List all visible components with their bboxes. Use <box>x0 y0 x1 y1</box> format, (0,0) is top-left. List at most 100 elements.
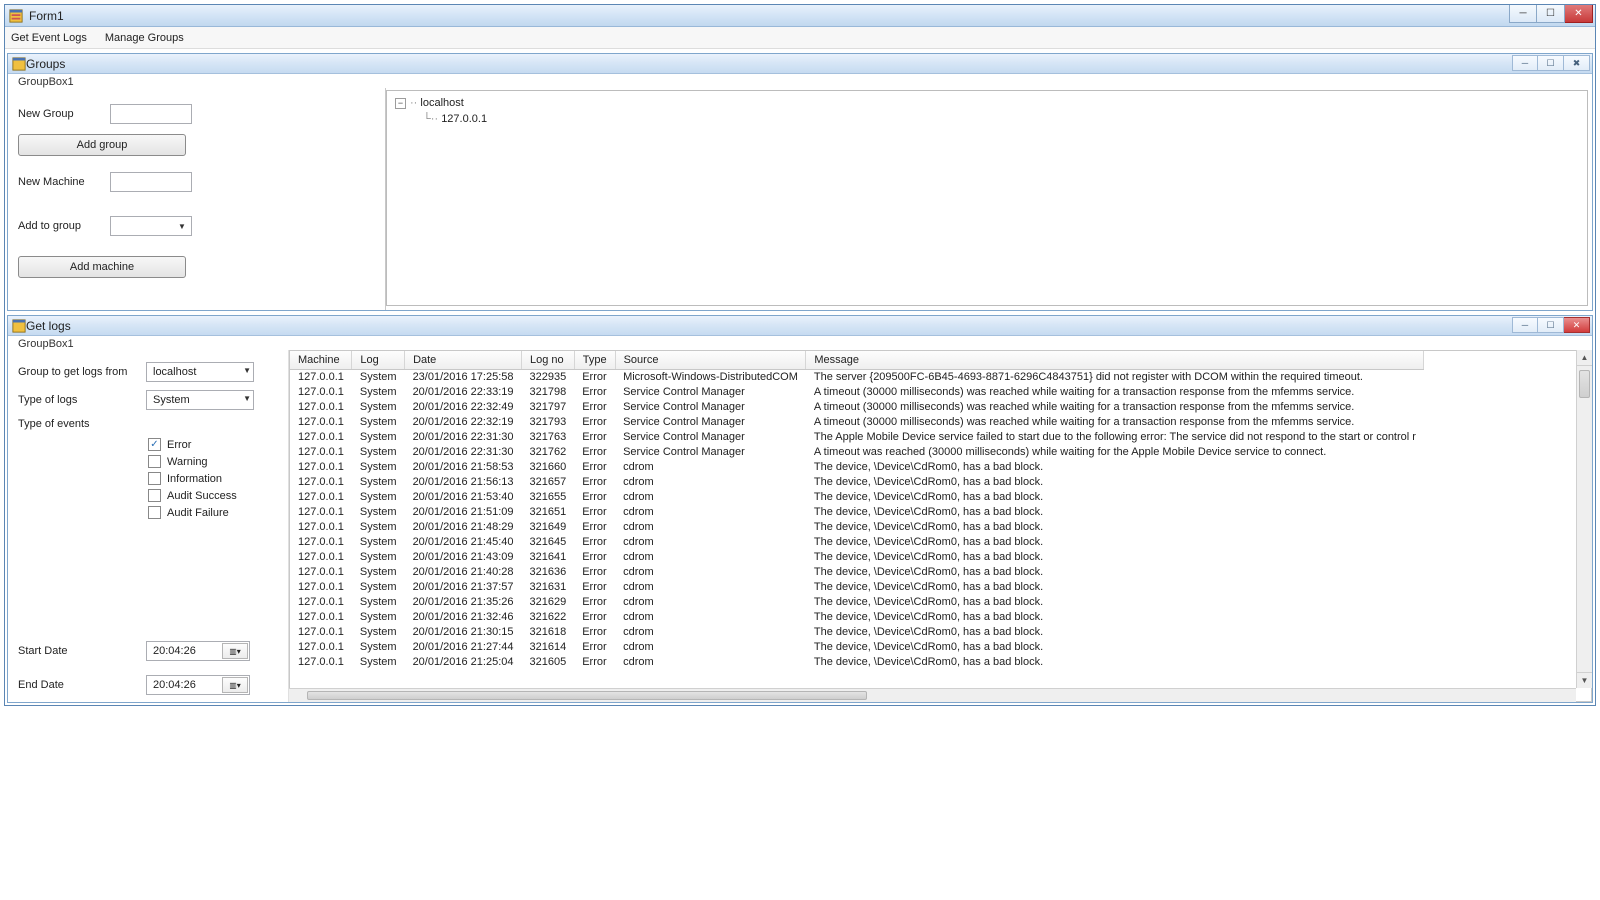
table-row[interactable]: 127.0.0.1System20/01/2016 21:30:15321618… <box>290 624 1424 639</box>
table-row[interactable]: 127.0.0.1System20/01/2016 21:56:13321657… <box>290 474 1424 489</box>
table-row[interactable]: 127.0.0.1System20/01/2016 21:27:44321614… <box>290 639 1424 654</box>
vertical-scrollbar[interactable]: ▲ ▼ <box>1576 350 1592 688</box>
cell-source: Service Control Manager <box>615 429 806 444</box>
check-row-audit_failure: Audit Failure <box>148 506 278 519</box>
cell-type: Error <box>574 504 615 519</box>
cell-logno: 321649 <box>522 519 575 534</box>
new-group-input[interactable] <box>110 104 192 124</box>
log-grid[interactable]: MachineLogDateLog noTypeSourceMessage 12… <box>290 351 1424 669</box>
calendar-dropdown-icon[interactable]: ▥▾ <box>222 677 248 693</box>
add-machine-button[interactable]: Add machine <box>18 256 186 278</box>
cell-logno: 321655 <box>522 489 575 504</box>
cell-log: System <box>352 384 405 399</box>
cell-logno: 321793 <box>522 414 575 429</box>
table-row[interactable]: 127.0.0.1System20/01/2016 21:45:40321645… <box>290 534 1424 549</box>
calendar-dropdown-icon[interactable]: ▥▾ <box>222 643 248 659</box>
group-from-combo[interactable]: localhost ▼ <box>146 362 254 382</box>
checkbox-warning[interactable] <box>148 455 161 468</box>
table-row[interactable]: 127.0.0.1System20/01/2016 21:32:46321622… <box>290 609 1424 624</box>
groups-treeview[interactable]: −·· localhost └·· 127.0.0.1 <box>386 90 1588 306</box>
column-header[interactable]: Log no <box>522 351 575 369</box>
end-date-input[interactable]: 20:04:26 ▥▾ <box>146 675 250 695</box>
cell-machine: 127.0.0.1 <box>290 489 352 504</box>
column-header[interactable]: Log <box>352 351 405 369</box>
cell-logno: 321657 <box>522 474 575 489</box>
cell-date: 20/01/2016 22:31:30 <box>405 444 522 459</box>
column-header[interactable]: Machine <box>290 351 352 369</box>
scroll-up-icon[interactable]: ▲ <box>1577 350 1592 366</box>
new-group-label: New Group <box>18 108 110 120</box>
log-grid-panel: MachineLogDateLog noTypeSourceMessage 12… <box>288 350 1592 702</box>
horizontal-scrollbar[interactable] <box>289 688 1576 702</box>
main-close-button[interactable]: ✕ <box>1565 5 1593 23</box>
scroll-thumb[interactable] <box>307 691 867 700</box>
add-group-button[interactable]: Add group <box>18 134 186 156</box>
getlogs-minimize-button[interactable]: ─ <box>1512 317 1538 333</box>
table-row[interactable]: 127.0.0.1System20/01/2016 21:25:04321605… <box>290 654 1424 669</box>
scroll-thumb[interactable] <box>1579 370 1590 398</box>
column-header[interactable]: Message <box>806 351 1424 369</box>
getlogs-close-button[interactable]: ✕ <box>1564 317 1590 333</box>
menu-get-event-logs[interactable]: Get Event Logs <box>11 32 87 44</box>
cell-logno: 321651 <box>522 504 575 519</box>
table-row[interactable]: 127.0.0.1System20/01/2016 22:33:19321798… <box>290 384 1424 399</box>
tree-expander-icon[interactable]: − <box>395 98 406 109</box>
table-row[interactable]: 127.0.0.1System20/01/2016 22:32:49321797… <box>290 399 1424 414</box>
cell-type: Error <box>574 474 615 489</box>
table-row[interactable]: 127.0.0.1System20/01/2016 21:58:53321660… <box>290 459 1424 474</box>
cell-source: cdrom <box>615 459 806 474</box>
groups-close-button[interactable]: ✖ <box>1564 55 1590 71</box>
cell-logno: 321762 <box>522 444 575 459</box>
type-events-label: Type of events <box>18 418 146 430</box>
cell-type: Error <box>574 609 615 624</box>
new-machine-input[interactable] <box>110 172 192 192</box>
check-row-error: Error <box>148 438 278 451</box>
getlogs-maximize-button[interactable]: ☐ <box>1538 317 1564 333</box>
cell-machine: 127.0.0.1 <box>290 399 352 414</box>
table-row[interactable]: 127.0.0.1System20/01/2016 21:40:28321636… <box>290 564 1424 579</box>
column-header[interactable]: Type <box>574 351 615 369</box>
tree-child-label[interactable]: 127.0.0.1 <box>441 113 487 125</box>
checkbox-audit_failure[interactable] <box>148 506 161 519</box>
cell-machine: 127.0.0.1 <box>290 579 352 594</box>
column-header[interactable]: Source <box>615 351 806 369</box>
table-row[interactable]: 127.0.0.1System23/01/2016 17:25:58322935… <box>290 369 1424 384</box>
groups-minimize-button[interactable]: ─ <box>1512 55 1538 71</box>
type-logs-combo[interactable]: System ▼ <box>146 390 254 410</box>
cell-logno: 321645 <box>522 534 575 549</box>
table-row[interactable]: 127.0.0.1System20/01/2016 22:32:19321793… <box>290 414 1424 429</box>
cell-type: Error <box>574 489 615 504</box>
getlogs-window-title: Get logs <box>26 319 71 333</box>
table-row[interactable]: 127.0.0.1System20/01/2016 21:48:29321649… <box>290 519 1424 534</box>
menu-manage-groups[interactable]: Manage Groups <box>105 32 184 44</box>
cell-type: Error <box>574 579 615 594</box>
checkbox-audit_success[interactable] <box>148 489 161 502</box>
table-row[interactable]: 127.0.0.1System20/01/2016 21:35:26321629… <box>290 594 1424 609</box>
cell-message: The device, \Device\CdRom0, has a bad bl… <box>806 549 1424 564</box>
scroll-down-icon[interactable]: ▼ <box>1577 672 1592 688</box>
checkbox-information[interactable] <box>148 472 161 485</box>
table-row[interactable]: 127.0.0.1System20/01/2016 21:43:09321641… <box>290 549 1424 564</box>
cell-date: 20/01/2016 21:32:46 <box>405 609 522 624</box>
cell-type: Error <box>574 594 615 609</box>
cell-date: 20/01/2016 21:27:44 <box>405 639 522 654</box>
checkbox-error[interactable] <box>148 438 161 451</box>
new-machine-label: New Machine <box>18 176 110 188</box>
table-row[interactable]: 127.0.0.1System20/01/2016 21:37:57321631… <box>290 579 1424 594</box>
cell-type: Error <box>574 534 615 549</box>
main-maximize-button[interactable]: ☐ <box>1537 5 1565 23</box>
cell-message: A timeout (30000 milliseconds) was reach… <box>806 384 1424 399</box>
log-grid-scroll[interactable]: MachineLogDateLog noTypeSourceMessage 12… <box>289 350 1592 702</box>
add-to-group-combo[interactable]: ▼ <box>110 216 192 236</box>
cell-message: The device, \Device\CdRom0, has a bad bl… <box>806 489 1424 504</box>
table-row[interactable]: 127.0.0.1System20/01/2016 22:31:30321763… <box>290 429 1424 444</box>
table-row[interactable]: 127.0.0.1System20/01/2016 21:53:40321655… <box>290 489 1424 504</box>
tree-root-label[interactable]: localhost <box>420 97 463 109</box>
groups-maximize-button[interactable]: ☐ <box>1538 55 1564 71</box>
table-row[interactable]: 127.0.0.1System20/01/2016 21:51:09321651… <box>290 504 1424 519</box>
cell-source: cdrom <box>615 489 806 504</box>
column-header[interactable]: Date <box>405 351 522 369</box>
table-row[interactable]: 127.0.0.1System20/01/2016 22:31:30321762… <box>290 444 1424 459</box>
start-date-input[interactable]: 20:04:26 ▥▾ <box>146 641 250 661</box>
main-minimize-button[interactable]: ─ <box>1509 5 1537 23</box>
